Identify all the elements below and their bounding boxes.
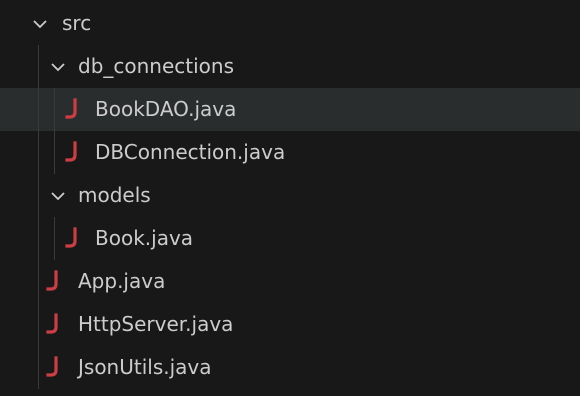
file-label-httpserver: HttpServer.java: [78, 312, 234, 336]
chevron-down-icon: [48, 186, 68, 206]
tree-folder-models[interactable]: models: [0, 174, 580, 217]
java-file-icon: [65, 97, 81, 121]
file-label-app: App.java: [78, 269, 166, 293]
chevron-down-icon: [48, 57, 68, 77]
indent-guide: [38, 217, 39, 260]
indent-guide: [38, 88, 39, 131]
file-label-book: Book.java: [95, 226, 194, 250]
indent-guide: [54, 88, 55, 131]
tree-file-book[interactable]: Book.java: [0, 217, 580, 260]
folder-label-src: src: [62, 11, 92, 35]
java-file-icon: [65, 140, 81, 164]
tree-file-dbconnection[interactable]: DBConnection.java: [0, 131, 580, 174]
file-label-bookdao: BookDAO.java: [95, 97, 237, 121]
indent-guide: [54, 131, 55, 174]
indent-guide: [38, 45, 39, 88]
java-file-icon: [46, 312, 62, 336]
java-file-icon: [46, 269, 62, 293]
tree-file-jsonutils[interactable]: JsonUtils.java: [0, 346, 580, 389]
tree-file-app[interactable]: App.java: [0, 260, 580, 303]
indent-guide: [38, 303, 39, 346]
file-label-dbconnection: DBConnection.java: [95, 140, 286, 164]
tree-file-httpserver[interactable]: HttpServer.java: [0, 303, 580, 346]
folder-label-db-connections: db_connections: [78, 54, 235, 78]
indent-guide: [38, 131, 39, 174]
java-file-icon: [46, 355, 62, 379]
tree-folder-db-connections[interactable]: db_connections: [0, 45, 580, 88]
tree-folder-src[interactable]: src: [0, 2, 580, 45]
window-edge: [580, 0, 586, 396]
tree-file-bookdao[interactable]: BookDAO.java: [0, 88, 580, 131]
indent-guide: [38, 174, 39, 217]
folder-label-models: models: [78, 183, 151, 207]
file-explorer-tree: src db_connections BookDAO.java DBConnec…: [0, 0, 580, 396]
indent-guide: [54, 217, 55, 260]
file-label-jsonutils: JsonUtils.java: [78, 355, 212, 379]
chevron-down-icon: [30, 14, 50, 34]
indent-guide: [38, 260, 39, 303]
indent-guide: [38, 346, 39, 389]
java-file-icon: [65, 226, 81, 250]
